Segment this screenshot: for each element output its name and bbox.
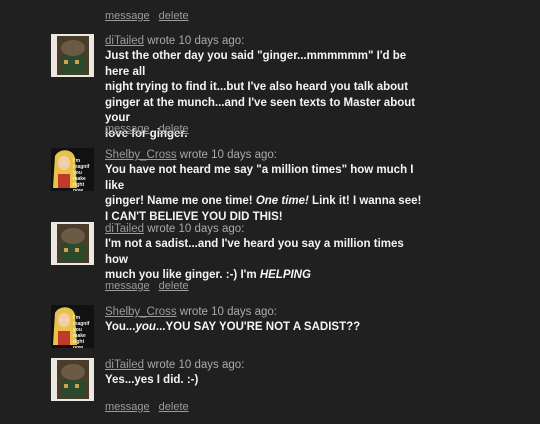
comment-line: I'm not a sadist...and I've heard you sa… bbox=[105, 238, 404, 266]
mouse-cowboy-avatar[interactable] bbox=[51, 34, 94, 77]
avatar-caption: right now bbox=[73, 182, 85, 191]
comment-line: Yes...yes I did. :-) bbox=[105, 374, 199, 386]
delete-link[interactable]: delete bbox=[159, 280, 189, 292]
comment-header: diTailed wrote 10 days ago: bbox=[105, 222, 244, 236]
avatar-caption: I'm magnif bbox=[73, 315, 90, 327]
emphasis-text: you bbox=[135, 321, 156, 333]
avatar-caption: you make bbox=[73, 327, 86, 339]
comment-meta: wrote 10 days ago: bbox=[144, 35, 245, 47]
top-actions: message delete bbox=[105, 10, 198, 22]
author-link[interactable]: diTailed bbox=[105, 223, 144, 235]
delete-link[interactable]: delete bbox=[159, 401, 189, 413]
avatar-caption: right now bbox=[73, 339, 85, 348]
comment-header: diTailed wrote 10 days ago: bbox=[105, 358, 244, 372]
message-link[interactable]: message bbox=[105, 123, 150, 135]
comment-line: Just the other day you said "ginger...mm… bbox=[105, 50, 407, 78]
comment-actions: message delete bbox=[105, 280, 198, 292]
comment-actions: message delete bbox=[105, 123, 198, 135]
comment-meta: wrote 10 days ago: bbox=[144, 223, 245, 235]
comment-body: I'm not a sadist...and I've heard you sa… bbox=[105, 237, 425, 284]
emphasis-text: HELPING bbox=[259, 269, 311, 281]
comment-line: night trying to find it...but I've also … bbox=[105, 81, 409, 93]
message-link[interactable]: message bbox=[105, 401, 150, 413]
comment-body: You have not heard me say "a million tim… bbox=[105, 163, 425, 225]
comment-line: ginger! Name me one time! One time! Link… bbox=[105, 195, 422, 207]
comment-line: You...you...YOU SAY YOU'RE NOT A SADIST?… bbox=[105, 321, 361, 333]
author-link[interactable]: Shelby_Cross bbox=[105, 306, 177, 318]
blonde-girl-avatar[interactable]: I'm magnif you make right now bbox=[51, 148, 94, 191]
comment-header: diTailed wrote 10 days ago: bbox=[105, 34, 244, 48]
mouse-cowboy-avatar[interactable] bbox=[51, 222, 94, 265]
author-link[interactable]: diTailed bbox=[105, 359, 144, 371]
emphasis-text: One time! bbox=[255, 195, 309, 207]
avatar-caption: I'm magnif bbox=[73, 158, 90, 170]
comment-body: Yes...yes I did. :-) bbox=[105, 373, 425, 389]
comment-meta: wrote 10 days ago: bbox=[176, 149, 277, 161]
message-link[interactable]: message bbox=[105, 10, 150, 22]
message-link[interactable]: message bbox=[105, 280, 150, 292]
author-link[interactable]: diTailed bbox=[105, 35, 144, 47]
avatar-caption: you make bbox=[73, 170, 86, 182]
comment-line: You have not heard me say "a million tim… bbox=[105, 164, 414, 192]
mouse-cowboy-avatar[interactable] bbox=[51, 358, 94, 401]
comment-line: ginger at the munch...and I've seen text… bbox=[105, 96, 416, 125]
comment-meta: wrote 10 days ago: bbox=[176, 306, 277, 318]
comment-meta: wrote 10 days ago: bbox=[144, 359, 245, 371]
comment-header: Shelby_Cross wrote 10 days ago: bbox=[105, 148, 277, 162]
comment-body: You...you...YOU SAY YOU'RE NOT A SADIST?… bbox=[105, 320, 425, 336]
comment-actions: message delete bbox=[105, 401, 198, 413]
author-link[interactable]: Shelby_Cross bbox=[105, 149, 177, 161]
comment-header: Shelby_Cross wrote 10 days ago: bbox=[105, 305, 277, 319]
blonde-girl-avatar[interactable]: I'm magnif you make right now bbox=[51, 305, 94, 348]
delete-link[interactable]: delete bbox=[159, 10, 189, 22]
delete-link[interactable]: delete bbox=[159, 123, 189, 135]
